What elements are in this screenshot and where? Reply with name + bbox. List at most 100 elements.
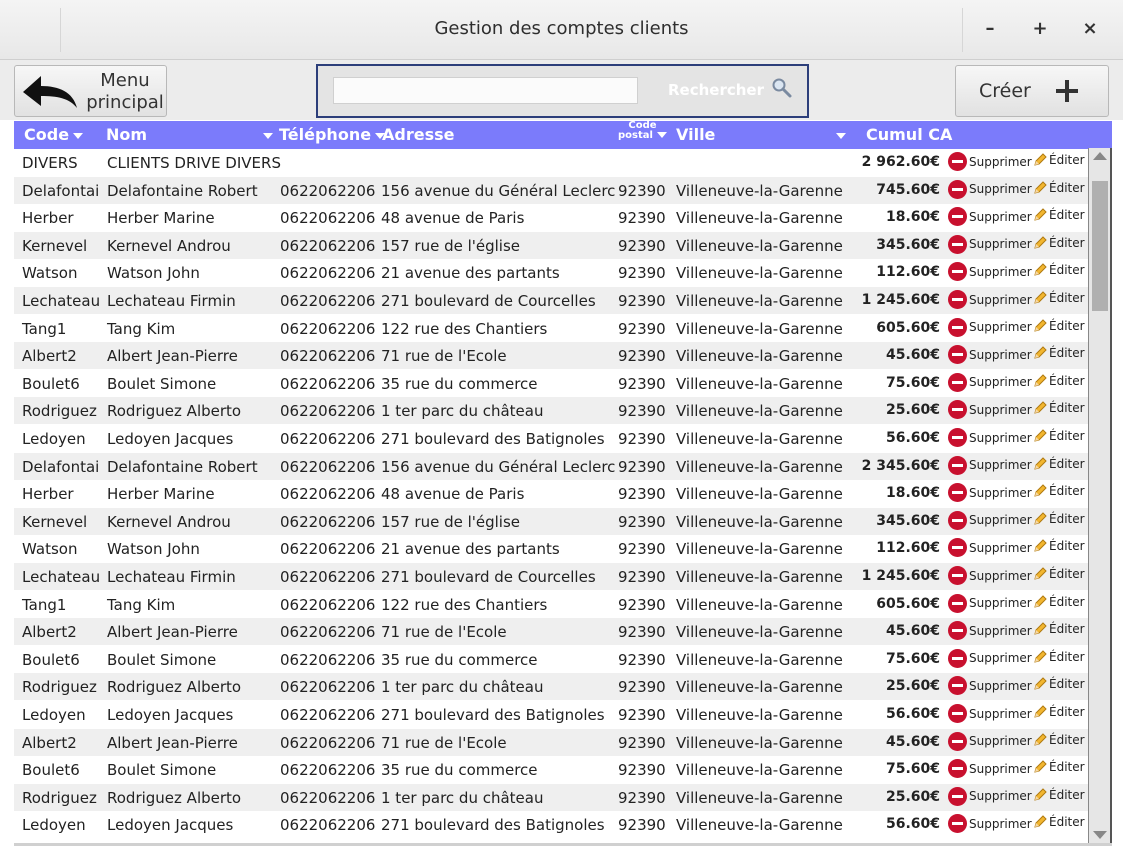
edit-button[interactable]: Éditer	[1032, 400, 1085, 416]
delete-button[interactable]: Supprimer	[948, 704, 1032, 723]
scroll-up-arrow-icon[interactable]	[1093, 152, 1107, 160]
edit-button[interactable]: Éditer	[1032, 759, 1085, 775]
cell-nom: Herber Marine	[107, 485, 215, 504]
delete-button[interactable]: Supprimer	[948, 759, 1032, 779]
main-menu-button[interactable]: Menu principal	[14, 65, 167, 117]
vertical-scrollbar[interactable]	[1088, 148, 1112, 845]
table-row[interactable]: Ledoyen Ledoyen Jacques 0622062206 271 boul…	[14, 811, 1088, 837]
edit-button[interactable]: Éditer	[1032, 262, 1085, 278]
edit-button[interactable]: Éditer	[1032, 511, 1085, 527]
edit-button[interactable]: Éditer	[1032, 373, 1085, 389]
table-row[interactable]: Delafontai Delafontaine Robert 0622062206 1…	[14, 176, 1088, 204]
edit-button[interactable]: Éditer	[1032, 318, 1085, 334]
edit-button[interactable]: Éditer	[1032, 152, 1085, 168]
table-row[interactable]: Rodriguez Rodriguez Alberto 0622062206 1 te…	[14, 397, 1088, 425]
delete-button[interactable]: Supprimer	[948, 814, 1032, 834]
delete-button[interactable]: Supprimer	[948, 207, 1032, 227]
magnifier-icon[interactable]	[771, 77, 793, 99]
edit-button[interactable]: Éditer	[1032, 428, 1085, 444]
delete-button[interactable]: Supprimer	[948, 317, 1032, 337]
edit-button[interactable]: Éditer	[1032, 732, 1085, 748]
column-header-nom-sort[interactable]	[259, 125, 273, 144]
table-row[interactable]: Watson Watson John 0622062206 21 avenue des…	[14, 259, 1088, 286]
table-row[interactable]: Kernevel Kernevel Androu 0622062206 157 rue…	[14, 231, 1088, 259]
cell-ville: Villeneuve-la-Garenne	[676, 319, 843, 338]
table-row[interactable]: Albert2 Albert Jean-Pierre 0622062206 71 ru…	[14, 728, 1088, 756]
table-row[interactable]: Boulet6 Boulet Simone 0622062206 35 rue du …	[14, 756, 1088, 783]
column-header-telephone[interactable]: Téléphone	[279, 125, 386, 144]
column-header-adresse[interactable]: Adresse	[382, 125, 454, 144]
delete-button[interactable]: Supprimer	[948, 179, 1032, 199]
delete-button[interactable]: Supprimer	[948, 345, 1032, 365]
delete-button[interactable]: Supprimer	[948, 234, 1032, 254]
delete-button[interactable]: Supprimer	[948, 262, 1032, 282]
table-row[interactable]: Tang1 Tang Kim 0622062206 122 rue des Chant…	[14, 591, 1088, 618]
edit-button[interactable]: Éditer	[1032, 456, 1085, 472]
scroll-thumb[interactable]	[1092, 181, 1108, 311]
scroll-down-arrow-icon[interactable]	[1093, 831, 1107, 839]
column-header-code-postal[interactable]: Code postal	[618, 121, 667, 141]
delete-button[interactable]: Supprimer	[948, 455, 1032, 475]
table-row[interactable]: Herber Herber Marine 0622062206 48 avenue d…	[14, 204, 1088, 231]
delete-button[interactable]: Supprimer	[948, 593, 1032, 613]
search-input[interactable]	[333, 77, 638, 104]
table-row[interactable]: Albert2 Albert Jean-Pierre 0622062206 71 ru…	[14, 618, 1088, 646]
edit-button[interactable]: Éditer	[1032, 787, 1085, 803]
delete-button[interactable]: Supprimer	[948, 290, 1032, 309]
edit-button[interactable]: Éditer	[1032, 649, 1085, 665]
delete-button[interactable]: Supprimer	[948, 786, 1032, 806]
table-row[interactable]: Albert2 Albert Jean-Pierre 0622062206 71 ru…	[14, 342, 1088, 370]
delete-button[interactable]: Supprimer	[948, 731, 1032, 751]
edit-button[interactable]: Éditer	[1032, 345, 1085, 361]
pencil-icon	[1034, 180, 1047, 194]
edit-button[interactable]: Éditer	[1032, 814, 1085, 830]
edit-button[interactable]: Éditer	[1032, 235, 1085, 251]
table-row[interactable]: Kernevel Kernevel Androu 0622062206 157 rue…	[14, 507, 1088, 535]
minimize-button[interactable]: –	[975, 14, 1005, 44]
delete-button[interactable]: Supprimer	[948, 483, 1032, 503]
table-row[interactable]: Boulet6 Boulet Simone 0622062206 35 rue du …	[14, 370, 1088, 397]
column-header-ville-sort[interactable]	[832, 125, 846, 144]
table-row[interactable]: Watson Watson John 0622062206 21 avenue des…	[14, 535, 1088, 562]
table-row[interactable]: Ledoyen Ledoyen Jacques 0622062206 271 boul…	[14, 701, 1088, 728]
delete-button[interactable]: Supprimer	[948, 428, 1032, 447]
table-row[interactable]: Herber Herber Marine 0622062206 48 avenue d…	[14, 480, 1088, 507]
edit-button[interactable]: Éditer	[1032, 594, 1085, 610]
table-row[interactable]: Tang1 Tang Kim 0622062206 122 rue des Chant…	[14, 315, 1088, 342]
table-row[interactable]: Lechateau Lechateau Firmin 0622062206 271 b…	[14, 287, 1088, 314]
table-row[interactable]: Boulet6 Boulet Simone 0622062206 35 rue du …	[14, 646, 1088, 673]
edit-button[interactable]: Éditer	[1032, 538, 1085, 554]
edit-button[interactable]: Éditer	[1032, 676, 1085, 692]
delete-button[interactable]: Supprimer	[948, 621, 1032, 641]
edit-button[interactable]: Éditer	[1032, 290, 1085, 306]
plus-icon	[1056, 80, 1078, 102]
table-row[interactable]: Rodriguez Rodriguez Alberto 0622062206 1 te…	[14, 783, 1088, 811]
edit-button[interactable]: Éditer	[1032, 483, 1085, 499]
column-header-cumul-ca[interactable]: Cumul CA	[866, 125, 952, 144]
column-header-ville[interactable]: Ville	[676, 125, 715, 144]
delete-button[interactable]: Supprimer	[948, 566, 1032, 585]
delete-button[interactable]: Supprimer	[948, 400, 1032, 420]
delete-button[interactable]: Supprimer	[948, 676, 1032, 696]
delete-button[interactable]: Supprimer	[948, 152, 1032, 171]
table-row[interactable]: Ledoyen Ledoyen Jacques 0622062206 271 boul…	[14, 425, 1088, 452]
table-row[interactable]: DIVERS CLIENTS DRIVE DIVERS 2 962.60€ Suppr…	[14, 149, 1088, 176]
search-button[interactable]: Rechercher	[668, 81, 764, 99]
edit-button[interactable]: Éditer	[1032, 704, 1085, 720]
table-row[interactable]: Rodriguez Rodriguez Alberto 0622062206 1 te…	[14, 673, 1088, 701]
edit-button[interactable]: Éditer	[1032, 566, 1085, 582]
edit-button[interactable]: Éditer	[1032, 621, 1085, 637]
edit-button[interactable]: Éditer	[1032, 180, 1085, 196]
create-button[interactable]: Créer	[955, 65, 1109, 117]
table-row[interactable]: Delafontai Delafontaine Robert 0622062206 1…	[14, 452, 1088, 480]
column-header-nom[interactable]: Nom	[106, 125, 147, 144]
delete-button[interactable]: Supprimer	[948, 538, 1032, 558]
delete-button[interactable]: Supprimer	[948, 648, 1032, 668]
delete-button[interactable]: Supprimer	[948, 372, 1032, 392]
column-header-code[interactable]: Code	[24, 125, 84, 144]
edit-button[interactable]: Éditer	[1032, 207, 1085, 223]
close-button[interactable]: ×	[1075, 14, 1105, 44]
table-row[interactable]: Lechateau Lechateau Firmin 0622062206 271 b…	[14, 563, 1088, 590]
delete-button[interactable]: Supprimer	[948, 510, 1032, 530]
maximize-button[interactable]: +	[1025, 14, 1055, 44]
